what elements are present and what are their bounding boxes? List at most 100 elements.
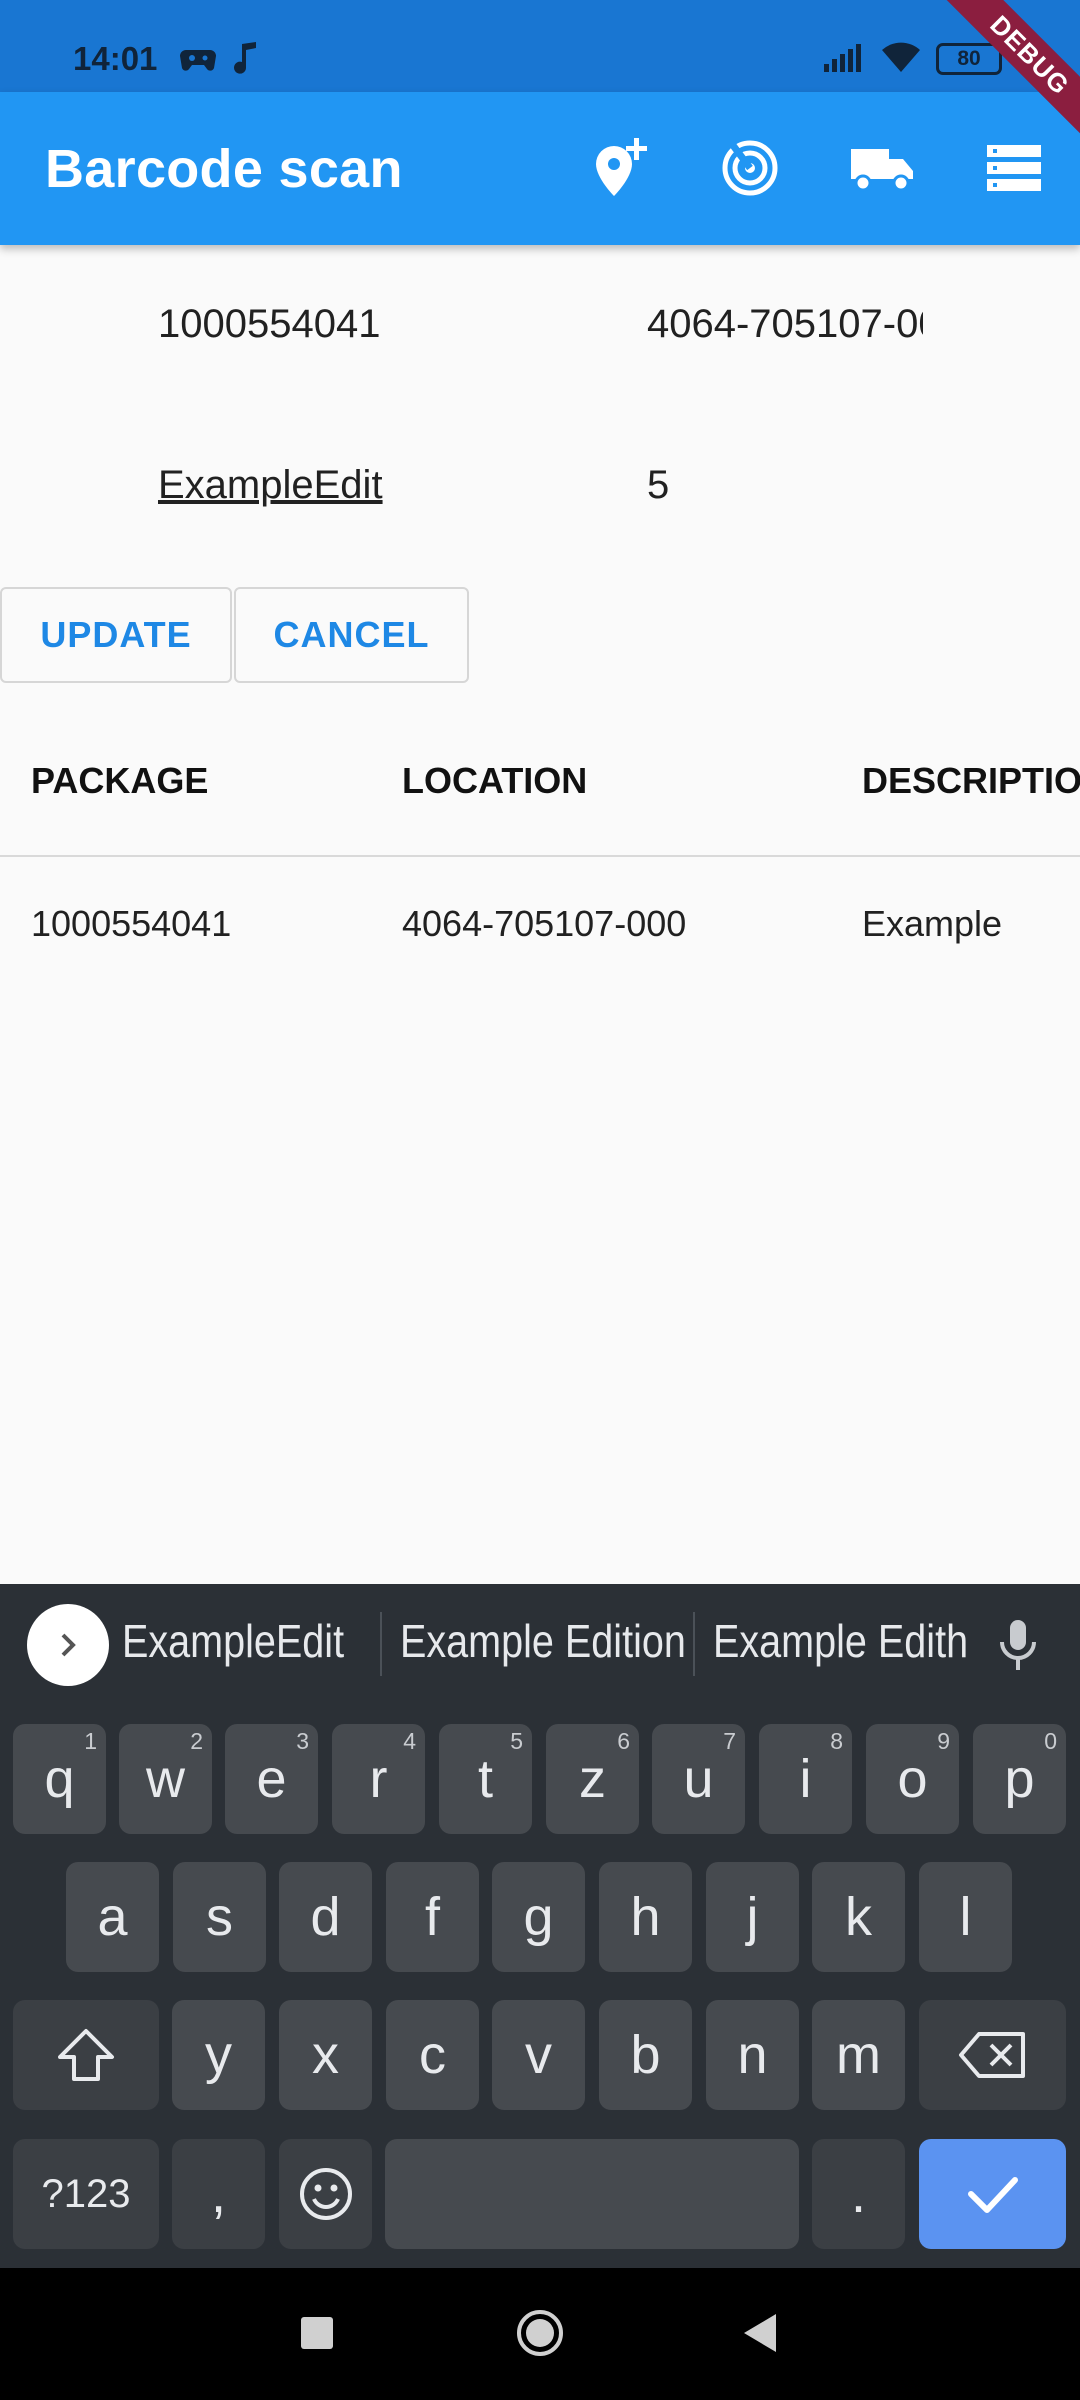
cancel-button[interactable]: CANCEL (234, 587, 469, 683)
microphone-icon (1000, 1620, 1036, 1670)
key-x[interactable]: x (279, 2000, 372, 2110)
location-field[interactable]: 4064-705107-000 (647, 302, 923, 347)
cell-location: 4064-705107-000 (402, 903, 687, 944)
key-hint: 7 (723, 1728, 736, 1754)
done-key[interactable] (919, 2139, 1066, 2249)
back-triangle-icon (744, 2314, 776, 2352)
square-icon (301, 2317, 333, 2349)
emoji-icon (299, 2168, 352, 2220)
key-h[interactable]: h (599, 1862, 692, 1972)
navigation-bar (0, 2268, 1080, 2400)
key-m[interactable]: m (812, 2000, 905, 2110)
backspace-icon (958, 2032, 1025, 2078)
column-header-location[interactable]: LOCATION (402, 760, 587, 802)
music-note-icon (232, 40, 258, 81)
key-q[interactable]: q1 (13, 1724, 106, 1834)
shift-icon (58, 2029, 114, 2081)
add-location-icon (596, 138, 647, 196)
wifi-icon (880, 40, 922, 79)
suggestion-2[interactable]: Example Edition (400, 1614, 686, 1668)
radar-icon (722, 140, 778, 196)
app-bar: Barcode scan (0, 92, 1080, 245)
key-j[interactable]: j (706, 1862, 799, 1972)
update-button[interactable]: UPDATE (0, 587, 232, 683)
voice-input-button[interactable] (998, 1618, 1038, 1679)
key-label: q (44, 1749, 75, 1809)
key-l[interactable]: l (919, 1862, 1012, 1972)
emoji-key[interactable] (279, 2139, 372, 2249)
status-time: 14:01 (73, 40, 158, 77)
screen: 14:01 80 DEBUG Barcode scan 1000554041 4… (0, 0, 1080, 2400)
truck-button[interactable] (842, 128, 922, 208)
key-hint: 5 (510, 1728, 523, 1754)
comma-key[interactable]: , (172, 2139, 265, 2249)
key-hint: 3 (296, 1728, 309, 1754)
key-p[interactable]: p0 (973, 1724, 1066, 1834)
description-input[interactable]: ExampleEdit (158, 463, 383, 508)
key-label: t (477, 1749, 493, 1809)
key-y[interactable]: y (172, 2000, 265, 2110)
signal-icon (822, 44, 862, 79)
key-k[interactable]: k (812, 1862, 905, 1972)
list-button[interactable] (974, 128, 1054, 208)
quantity-field[interactable]: 5 (647, 463, 669, 508)
key-d[interactable]: d (279, 1862, 372, 1972)
key-hint: 4 (403, 1728, 416, 1754)
key-label: w (146, 1749, 185, 1809)
key-b[interactable]: b (599, 2000, 692, 2110)
list-icon (987, 145, 1041, 191)
key-hint: 1 (84, 1728, 97, 1754)
key-g[interactable]: g (492, 1862, 585, 1972)
key-n[interactable]: n (706, 2000, 799, 2110)
key-c[interactable]: c (386, 2000, 479, 2110)
key-label: o (897, 1749, 928, 1809)
page-title: Barcode scan (45, 139, 403, 199)
key-w[interactable]: w2 (119, 1724, 212, 1834)
radar-button[interactable] (710, 128, 790, 208)
key-v[interactable]: v (492, 2000, 585, 2110)
key-i[interactable]: i8 (759, 1724, 852, 1834)
key-t[interactable]: t5 (439, 1724, 532, 1834)
recents-button[interactable] (300, 2316, 334, 2355)
suggestion-1[interactable]: ExampleEdit (122, 1614, 344, 1668)
suggestion-bar: ExampleEdit Example Edition Example Edit… (0, 1584, 1080, 1704)
key-label: r (369, 1749, 388, 1809)
suggestion-divider (380, 1612, 382, 1676)
key-s[interactable]: s (173, 1862, 266, 1972)
space-key[interactable] (385, 2139, 799, 2249)
backspace-key[interactable] (919, 2000, 1066, 2110)
battery-icon: 80 (936, 43, 1002, 75)
key-o[interactable]: o9 (866, 1724, 959, 1834)
table-divider (0, 855, 1080, 857)
suggestion-3[interactable]: Example Edith (713, 1614, 968, 1668)
key-hint: 9 (937, 1728, 950, 1754)
key-hint: 0 (1044, 1728, 1057, 1754)
cell-description: Example (862, 903, 1003, 944)
home-button[interactable] (515, 2308, 565, 2363)
add-location-button[interactable] (580, 128, 660, 208)
status-bar: 14:01 80 (0, 0, 1080, 92)
cell-package: 1000554041 (31, 903, 232, 944)
column-header-description[interactable]: DESCRIPTIO (862, 760, 1080, 802)
key-r[interactable]: r4 (332, 1724, 425, 1834)
shift-key[interactable] (13, 2000, 159, 2110)
key-f[interactable]: f (386, 1862, 479, 1972)
expand-toolbar-button[interactable] (27, 1604, 109, 1686)
key-u[interactable]: u7 (652, 1724, 745, 1834)
home-circle-icon (517, 2310, 563, 2356)
key-a[interactable]: a (66, 1862, 159, 1972)
key-hint: 8 (830, 1728, 843, 1754)
period-key[interactable]: . (812, 2139, 905, 2249)
back-button[interactable] (740, 2312, 780, 2359)
key-e[interactable]: e3 (225, 1724, 318, 1834)
key-z[interactable]: z6 (546, 1724, 639, 1834)
chevron-right-icon (61, 1633, 76, 1657)
package-field[interactable]: 1000554041 (158, 302, 380, 347)
symbols-key[interactable]: ?123 (13, 2139, 159, 2249)
game-controller-icon (180, 44, 216, 79)
key-label: e (256, 1749, 287, 1809)
soft-keyboard: ExampleEdit Example Edition Example Edit… (0, 1584, 1080, 2268)
truck-icon (851, 149, 913, 192)
column-header-package[interactable]: PACKAGE (31, 760, 208, 802)
key-label: u (683, 1749, 714, 1809)
